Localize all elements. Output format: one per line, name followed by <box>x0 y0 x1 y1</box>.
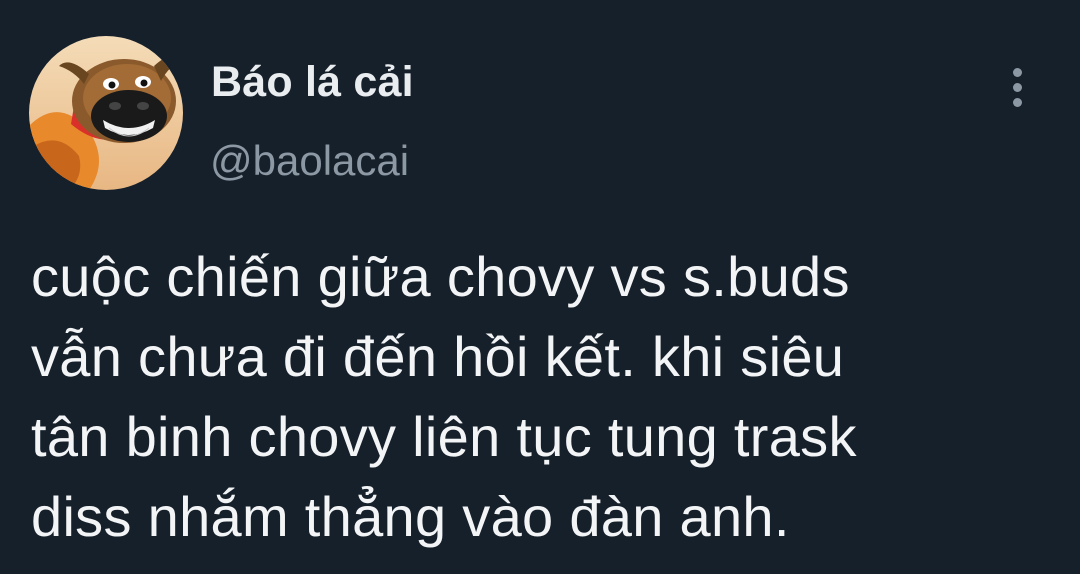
tweet-text-line: cuộc chiến giữa chovy vs s.buds <box>31 245 850 308</box>
more-vertical-icon <box>1012 67 1022 77</box>
tweet-card: Báo lá cải @baolacai cuộc chiến giữa cho… <box>0 0 1080 574</box>
tweet-text-line: diss nhắm thẳng vào đàn anh. <box>31 485 790 548</box>
more-vertical-icon-dot <box>1012 82 1022 92</box>
more-vertical-icon-dot <box>1012 97 1022 107</box>
tweet-text: cuộc chiến giữa chovy vs s.buds vẫn chưa… <box>31 237 1071 557</box>
cartoon-buffalo-avatar-icon <box>29 36 183 190</box>
author-handle[interactable]: @baolacai <box>210 134 409 188</box>
avatar[interactable] <box>29 36 183 190</box>
tweet-text-line: tân binh chovy liên tục tung trask <box>31 405 857 468</box>
author-display-name[interactable]: Báo lá cải <box>211 54 414 110</box>
tweet-text-line: vẫn chưa đi đến hồi kết. khi siêu <box>31 325 845 388</box>
more-options-button[interactable] <box>1000 62 1034 112</box>
